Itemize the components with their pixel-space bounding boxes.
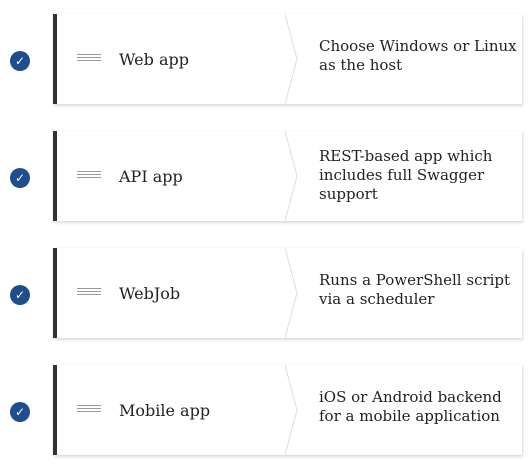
app-type-description: Choose Windows or Linux as the host [319,37,517,74]
drag-handle-icon[interactable] [77,171,101,179]
app-type-card[interactable]: Web app Choose Windows or Linux as the h… [53,14,522,104]
app-type-card[interactable]: Mobile app iOS or Android backend for a … [53,365,522,455]
drag-handle-icon[interactable] [77,54,101,62]
app-type-description: Runs a PowerShell script via a scheduler [319,271,511,308]
app-type-label: Web app [119,49,189,69]
app-type-description: REST-based app which includes full Swagg… [319,147,493,203]
chevron-divider-icon [285,248,298,338]
check-icon[interactable]: ✓ [10,285,30,305]
list-item-webjob[interactable]: ✓ WebJob Runs a PowerShell script via a … [0,248,529,341]
drag-handle-icon[interactable] [77,405,101,413]
chevron-divider-icon [285,131,298,221]
check-icon[interactable]: ✓ [10,402,30,422]
drag-handle-icon[interactable] [77,288,101,296]
app-type-description: iOS or Android backend for a mobile appl… [319,388,502,425]
app-type-card[interactable]: WebJob Runs a PowerShell script via a sc… [53,248,522,338]
check-icon[interactable]: ✓ [10,51,30,71]
list-item-web-app[interactable]: ✓ Web app Choose Windows or Linux as the… [0,14,529,107]
list-item-mobile-app[interactable]: ✓ Mobile app iOS or Android backend for … [0,365,529,458]
app-type-label: Mobile app [119,400,211,420]
app-type-label: API app [119,166,183,186]
chevron-divider-icon [285,365,298,455]
app-type-card[interactable]: API app REST-based app which includes fu… [53,131,522,221]
list-item-api-app[interactable]: ✓ API app REST-based app which includes … [0,131,529,224]
chevron-divider-icon [285,14,298,104]
check-icon[interactable]: ✓ [10,168,30,188]
app-type-label: WebJob [119,283,181,303]
